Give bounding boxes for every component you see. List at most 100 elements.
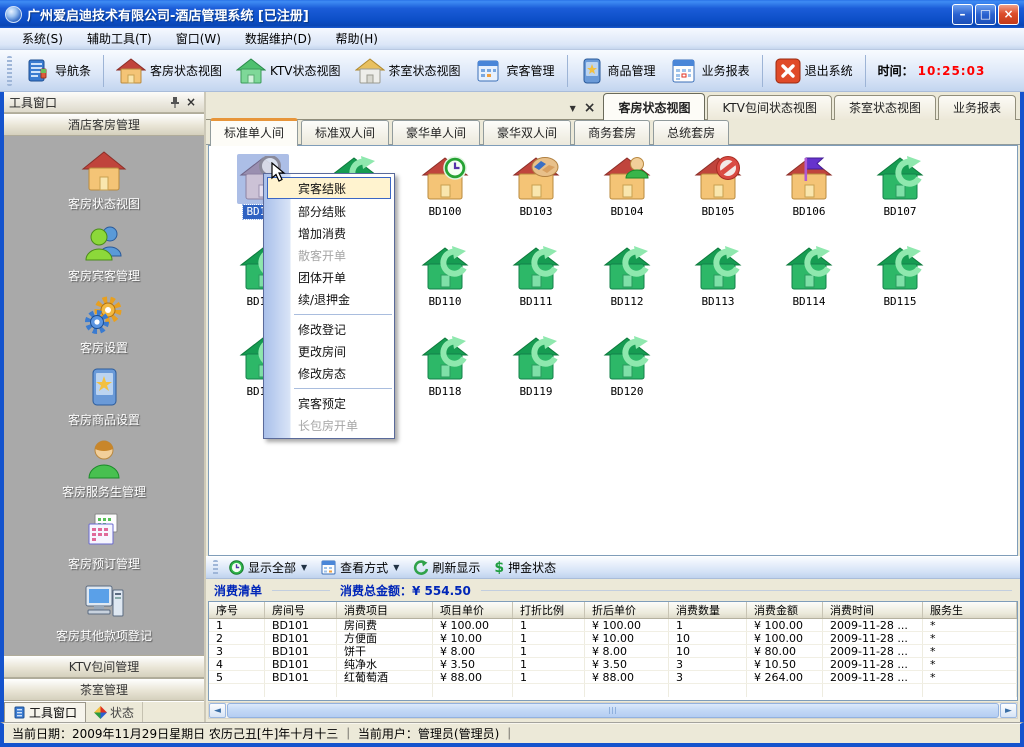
app-window: 广州爱启迪技术有限公司-酒店管理系统 [已注册] – □ × 系统(S) 辅助工… (0, 0, 1024, 747)
sidebar-item-waiter-mgmt[interactable]: 客房服务生管理 (4, 438, 204, 510)
context-menu-item[interactable]: 修改登记 (264, 318, 392, 340)
room-item[interactable]: BD120 (583, 334, 671, 424)
scroll-left-arrow[interactable]: ◄ (209, 703, 226, 718)
toolbar-room-status-button[interactable]: 客房状态视图 (110, 54, 228, 88)
context-menu-item[interactable] (294, 384, 392, 389)
scroll-right-arrow[interactable]: ► (1000, 703, 1017, 718)
context-menu-item[interactable]: 散客开单 (264, 244, 392, 266)
context-menu-item[interactable]: 续/退押金 (264, 288, 392, 310)
room-item[interactable]: BD104 (583, 154, 671, 244)
sidebar-item-other-payments[interactable]: 客房其他款项登记 (4, 582, 204, 654)
computer-icon (80, 582, 128, 624)
refresh-button[interactable]: 刷新显示 (407, 557, 486, 578)
table-row[interactable]: 1 BD101 房间费 ¥ 100.00 1 ¥ 100.00 1 ¥ 100.… (209, 619, 1017, 632)
room-item[interactable]: BD110 (401, 244, 489, 334)
menu-bar-item[interactable]: 系统(S) (10, 28, 75, 49)
room-item[interactable]: BD111 (492, 244, 580, 334)
room-item[interactable]: BD107 (856, 154, 944, 244)
menu-bar-item[interactable]: 窗口(W) (164, 28, 233, 49)
guests-icon (81, 222, 127, 264)
tab-tool-window[interactable]: 工具窗口 (4, 702, 86, 722)
column-header[interactable]: 服务生 (923, 602, 1017, 618)
tab-close-icon[interactable]: × (584, 100, 596, 116)
sidebar-item-room-status[interactable]: 客房状态视图 (4, 150, 204, 222)
column-header[interactable]: 打折比例 (513, 602, 585, 618)
show-all-button[interactable]: 显示全部 ▼ (223, 557, 313, 578)
toolbar-report-button[interactable]: 业务报表 (664, 54, 756, 88)
document-tab[interactable]: 茶室状态视图 (834, 95, 936, 120)
context-menu-item[interactable]: 更改房间 (264, 340, 392, 362)
tab-list-dropdown-icon[interactable]: ▼ (570, 104, 576, 113)
sidebar-item-room-settings[interactable]: 客房设置 (4, 294, 204, 366)
minimize-button[interactable]: – (952, 4, 973, 25)
toolbar-grip[interactable] (7, 56, 12, 86)
room-type-tab[interactable]: 豪华单人间 (392, 120, 480, 145)
room-item[interactable]: BD113 (674, 244, 762, 334)
room-item[interactable]: BD118 (401, 334, 489, 424)
table-row[interactable]: 2 BD101 方便面 ¥ 10.00 1 ¥ 10.00 10 ¥ 100.0… (209, 632, 1017, 645)
room-item[interactable]: BD114 (765, 244, 853, 334)
close-button[interactable]: × (998, 4, 1019, 25)
column-header[interactable]: 消费时间 (823, 602, 923, 618)
column-header[interactable]: 折后单价 (585, 602, 669, 618)
menu-bar-item[interactable]: 帮助(H) (324, 28, 390, 49)
room-label: BD106 (789, 205, 828, 219)
document-tab[interactable]: 业务报表 (938, 95, 1016, 120)
sidebar-group-ktv[interactable]: KTV包间管理 (4, 655, 204, 678)
toolbar-navigator-button[interactable]: 导航条 (17, 54, 97, 88)
scrollbar-thumb[interactable] (227, 703, 999, 718)
room-type-tab[interactable]: 总统套房 (653, 120, 729, 145)
column-header[interactable]: 房间号 (265, 602, 337, 618)
room-type-tab[interactable]: 豪华双人间 (483, 120, 571, 145)
table-row[interactable]: 4 BD101 纯净水 ¥ 3.50 1 ¥ 3.50 3 ¥ 10.50 20… (209, 658, 1017, 671)
column-header[interactable]: 序号 (209, 602, 265, 618)
view-mode-button[interactable]: 查看方式 ▼ (315, 557, 405, 578)
column-header[interactable]: 消费数量 (669, 602, 747, 618)
toolbar-guest-mgmt-button[interactable]: 宾客管理 (469, 54, 561, 88)
context-menu-item[interactable]: 增加消费 (264, 222, 392, 244)
document-tab[interactable]: 客房状态视图 (603, 93, 705, 120)
toolbar-separator (567, 55, 568, 87)
room-item[interactable]: BD119 (492, 334, 580, 424)
sidebar-item-booking-mgmt[interactable]: 客房预订管理 (4, 510, 204, 582)
room-item[interactable]: BD115 (856, 244, 944, 334)
tool-window-close-icon[interactable]: × (183, 94, 199, 110)
column-header[interactable]: 消费项目 (337, 602, 433, 618)
context-menu-item[interactable]: 长包房开单 (264, 414, 392, 436)
sidebar-group-hotel-rooms[interactable]: 酒店客房管理 (4, 113, 204, 136)
context-menu-item[interactable]: 部分结账 (264, 200, 392, 222)
sidebar-item-room-goods[interactable]: 客房商品设置 (4, 366, 204, 438)
toolbar-ktv-status-button[interactable]: KTV状态视图 (230, 54, 346, 88)
actionbar-grip[interactable] (213, 560, 218, 576)
room-type-tab[interactable]: 标准单人间 (210, 118, 298, 146)
room-item[interactable]: BD112 (583, 244, 671, 334)
document-tab[interactable]: KTV包间状态视图 (707, 95, 831, 120)
room-item[interactable]: BD106 (765, 154, 853, 244)
column-header[interactable]: 项目单价 (433, 602, 513, 618)
room-type-tab[interactable]: 标准双人间 (301, 120, 389, 145)
context-menu-item[interactable]: 修改房态 (264, 362, 392, 384)
toolbar-exit-button[interactable]: 退出系统 (769, 55, 859, 87)
table-row[interactable]: 3 BD101 饼干 ¥ 8.00 1 ¥ 8.00 10 ¥ 80.00 20… (209, 645, 1017, 658)
tab-status[interactable]: 状态 (86, 702, 143, 722)
menu-bar-item[interactable]: 辅助工具(T) (75, 28, 164, 49)
context-menu-item[interactable]: 宾客预定 (264, 392, 392, 414)
table-row[interactable]: 5 BD101 红葡萄酒 ¥ 88.00 1 ¥ 88.00 3 ¥ 264.0… (209, 671, 1017, 684)
context-menu-item[interactable]: 团体开单 (264, 266, 392, 288)
room-item[interactable]: BD100 (401, 154, 489, 244)
column-header[interactable]: 消费金额 (747, 602, 823, 618)
menu-bar-item[interactable]: 数据维护(D) (233, 28, 324, 49)
pin-icon[interactable] (167, 94, 183, 110)
tea-house-icon (355, 57, 385, 85)
context-menu-item[interactable] (294, 310, 392, 315)
room-item[interactable]: BD105 (674, 154, 762, 244)
room-item[interactable]: BD103 (492, 154, 580, 244)
sidebar-group-tea[interactable]: 茶室管理 (4, 678, 204, 701)
toolbar-tea-status-button[interactable]: 茶室状态视图 (349, 54, 467, 88)
room-type-tab[interactable]: 商务套房 (574, 120, 650, 145)
deposit-status-button[interactable]: $ 押金状态 (488, 557, 562, 578)
toolbar-goods-mgmt-button[interactable]: 商品管理 (574, 54, 662, 88)
maximize-button[interactable]: □ (975, 4, 996, 25)
consumption-title: 消费清单 (214, 582, 262, 599)
sidebar-item-guest-mgmt[interactable]: 客房宾客管理 (4, 222, 204, 294)
